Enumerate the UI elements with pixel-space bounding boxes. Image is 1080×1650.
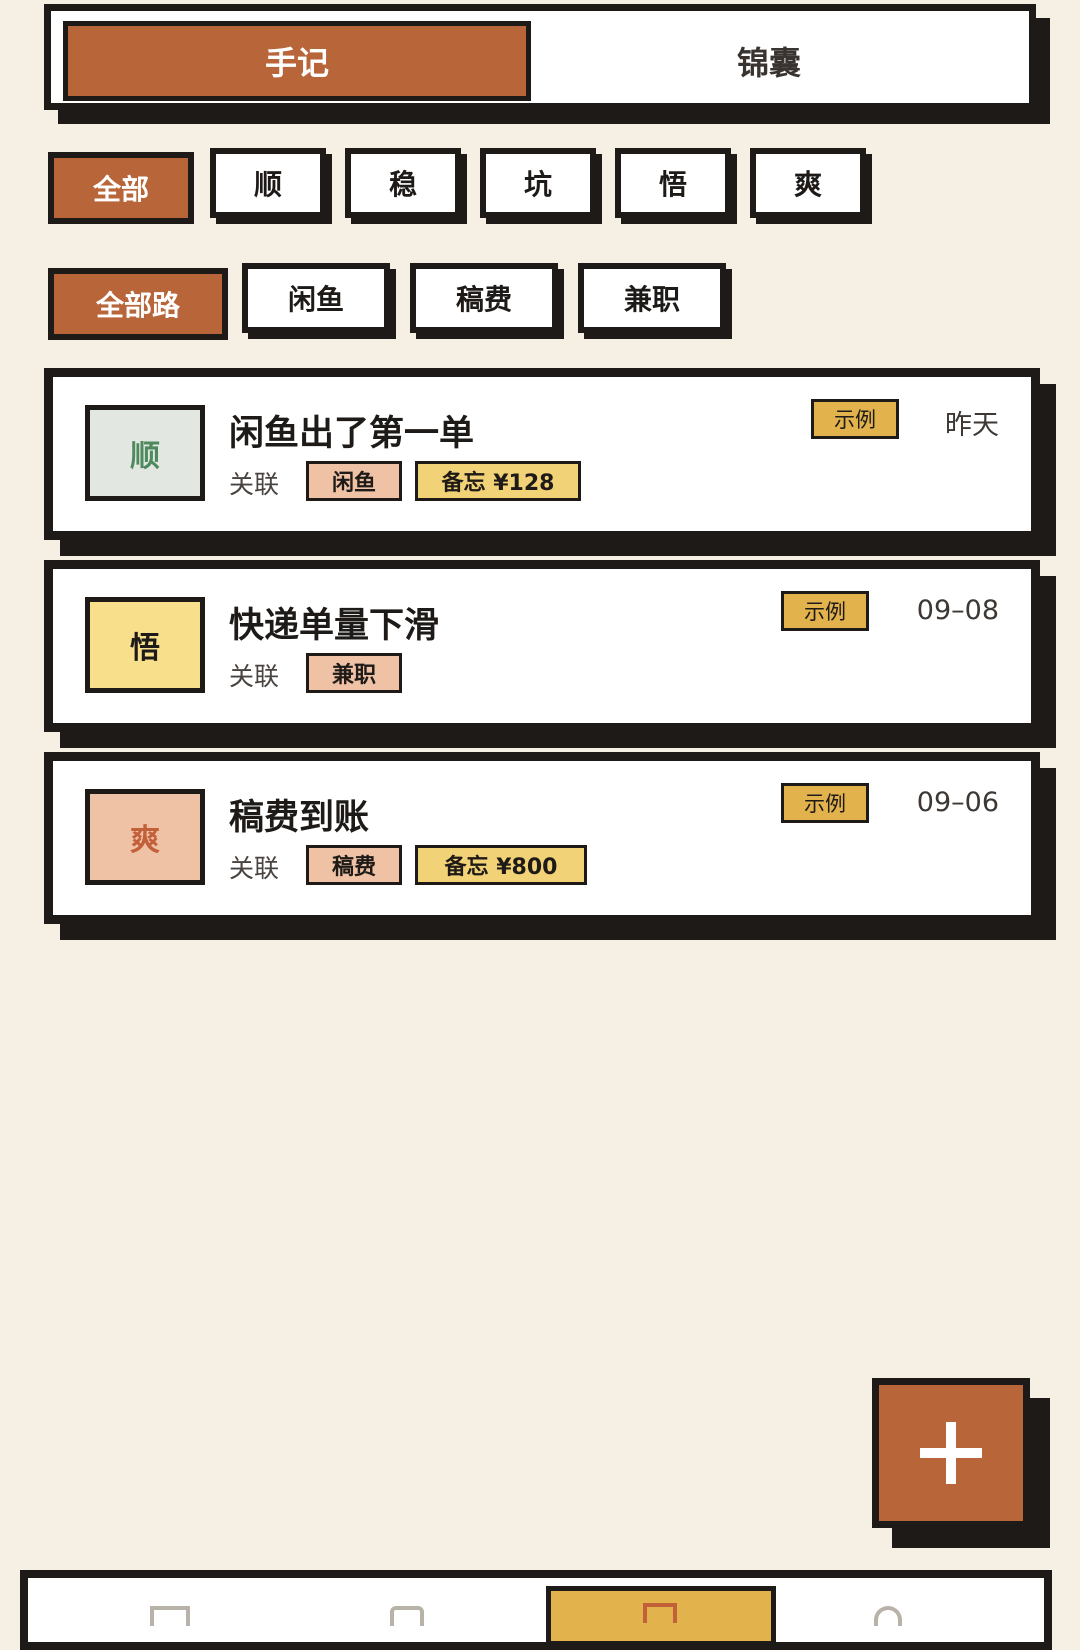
nav-map-icon[interactable] [390, 1606, 424, 1626]
note-date: 昨天 [945, 410, 999, 441]
note-card[interactable]: 爽 稿费到账 关联 稿费 备忘 ¥800 示例 09–06 [44, 752, 1040, 924]
bottom-nav [20, 1570, 1052, 1650]
mood-filter-shun[interactable]: 顺 [210, 148, 326, 218]
mood-filter-shuang[interactable]: 爽 [750, 148, 866, 218]
segment-switch: 手记 锦囊 [44, 4, 1036, 110]
note-date: 09–06 [916, 787, 999, 818]
example-tag: 示例 [811, 399, 899, 439]
add-note-button[interactable] [872, 1378, 1030, 1528]
relation-label: 关联 [229, 662, 280, 691]
memo-tag: 备忘 ¥128 [415, 461, 581, 501]
mood-filter-keng[interactable]: 坑 [480, 148, 596, 218]
note-title: 闲鱼出了第一单 [229, 414, 475, 454]
note-card[interactable]: 悟 快递单量下滑 关联 兼职 示例 09–08 [44, 560, 1040, 732]
relation-label: 关联 [229, 854, 280, 883]
path-tag: 闲鱼 [306, 461, 402, 501]
mood-filter-all[interactable]: 全部 [48, 152, 194, 224]
example-tag: 示例 [781, 783, 869, 823]
path-filter-xianyu[interactable]: 闲鱼 [242, 263, 390, 333]
plus-icon [920, 1422, 982, 1484]
path-tag: 兼职 [306, 653, 402, 693]
note-date: 09–08 [916, 595, 999, 626]
relation-label: 关联 [229, 470, 280, 499]
nav-profile-icon[interactable] [874, 1606, 902, 1626]
path-filter-gaofei[interactable]: 稿费 [410, 263, 558, 333]
note-card[interactable]: 顺 闲鱼出了第一单 关联 闲鱼 备忘 ¥128 示例 昨天 [44, 368, 1040, 540]
tab-notes[interactable]: 手记 [63, 21, 531, 101]
notebook-icon [643, 1603, 677, 1623]
note-title: 快递单量下滑 [229, 606, 440, 646]
mood-filter-wu[interactable]: 悟 [615, 148, 731, 218]
nav-tab-notes[interactable] [546, 1586, 776, 1646]
example-tag: 示例 [781, 591, 869, 631]
path-filter-all[interactable]: 全部路 [48, 268, 228, 340]
tab-tips[interactable]: 锦囊 [535, 21, 1003, 101]
path-filter-jianzhi[interactable]: 兼职 [578, 263, 726, 333]
mood-badge: 爽 [85, 789, 205, 885]
memo-tag: 备忘 ¥800 [415, 845, 587, 885]
path-tag: 稿费 [306, 845, 402, 885]
mood-filter-wen[interactable]: 稳 [345, 148, 461, 218]
mood-badge: 悟 [85, 597, 205, 693]
mood-badge: 顺 [85, 405, 205, 501]
nav-home-icon[interactable] [150, 1606, 190, 1626]
note-title: 稿费到账 [229, 798, 370, 838]
